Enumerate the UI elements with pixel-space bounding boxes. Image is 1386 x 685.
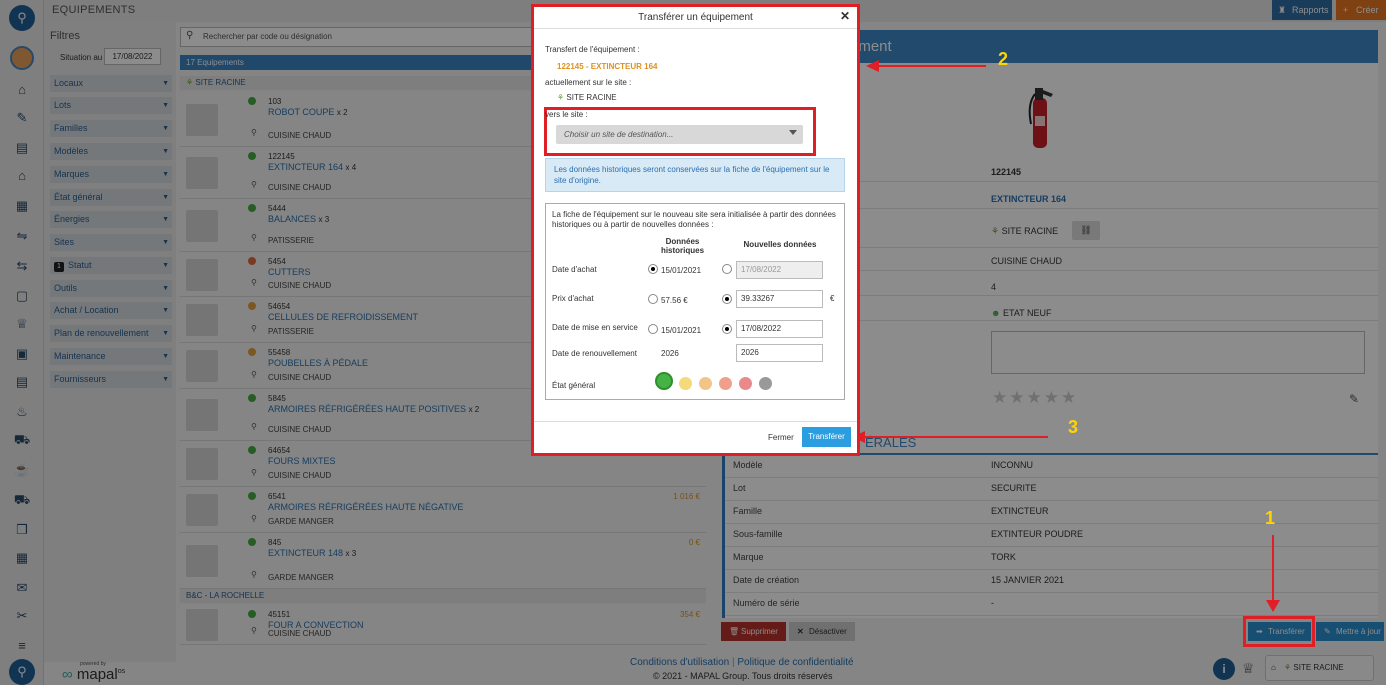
plant-icon: ⚘ [557, 93, 567, 102]
hist-value: 2026 [661, 349, 679, 358]
row-label: Prix d'achat [552, 294, 594, 303]
state-label: État général [552, 381, 596, 390]
renewal-date-input[interactable]: 2026 [736, 344, 823, 362]
purchase-price-input[interactable]: 39.33267 [736, 290, 823, 308]
col-historical: Données historiques [660, 237, 705, 255]
annotation-2: 2 [998, 49, 1009, 69]
current-site-label: actuellement sur le site : [545, 78, 632, 87]
state-face-poor-icon[interactable] [719, 377, 732, 390]
info-message: Les données historiques seront conservée… [545, 158, 845, 192]
close-icon[interactable]: ✕ [840, 9, 850, 23]
to-site-label: vers le site : [545, 110, 588, 119]
state-face-bad-icon[interactable] [739, 377, 752, 390]
state-face-average-icon[interactable] [699, 377, 712, 390]
currency-unit: € [830, 294, 835, 303]
annotation-3: 3 [1068, 417, 1079, 437]
modal-title: Transférer un équipement [534, 7, 857, 29]
hist-value: 15/01/2021 [661, 326, 702, 335]
current-site-value: SITE RACINE [566, 93, 617, 102]
arrow-line-2 [878, 65, 986, 67]
submit-transfer-button[interactable]: Transférer [802, 427, 851, 447]
hist-value: 15/01/2021 [661, 266, 702, 275]
col-new: Nouvelles données [743, 240, 817, 249]
close-button[interactable]: Fermer [768, 433, 794, 442]
arrow-line-3 [862, 436, 1048, 438]
new-radio[interactable] [722, 294, 732, 304]
purchase-date-input[interactable]: 17/08/2022 [736, 261, 823, 279]
state-face-broken-icon[interactable] [759, 377, 772, 390]
row-label: Date de renouvellement [552, 349, 637, 358]
row-label: Date de mise en service [552, 323, 638, 332]
row-label: Date d'achat [552, 265, 597, 274]
annotation-1: 1 [1265, 508, 1276, 528]
hist-radio[interactable] [648, 324, 658, 334]
service-date-input[interactable]: 17/08/2022 [736, 320, 823, 338]
new-radio[interactable] [722, 324, 732, 334]
hist-radio[interactable] [648, 264, 658, 274]
transfer-of-label: Transfert de l'équipement : [545, 45, 640, 54]
arrow-head-2 [866, 60, 879, 72]
new-radio[interactable] [722, 264, 732, 274]
state-face-good-icon[interactable] [679, 377, 692, 390]
state-face-excellent-icon[interactable] [655, 372, 673, 390]
destination-site-select[interactable]: Choisir un site de destination... [556, 125, 803, 144]
highlight-box-transfer [1243, 616, 1315, 647]
chevron-down-icon [789, 130, 797, 135]
init-text: La fiche de l'équipement sur le nouveau … [552, 210, 836, 229]
arrow-line-1 [1272, 535, 1274, 609]
current-site: ⚘ SITE RACINE [557, 93, 617, 102]
hist-value: 57.56 € [661, 296, 688, 305]
equipment-name: 122145 - EXTINCTEUR 164 [557, 62, 658, 71]
hist-radio[interactable] [648, 294, 658, 304]
arrow-head-1 [1266, 600, 1280, 612]
